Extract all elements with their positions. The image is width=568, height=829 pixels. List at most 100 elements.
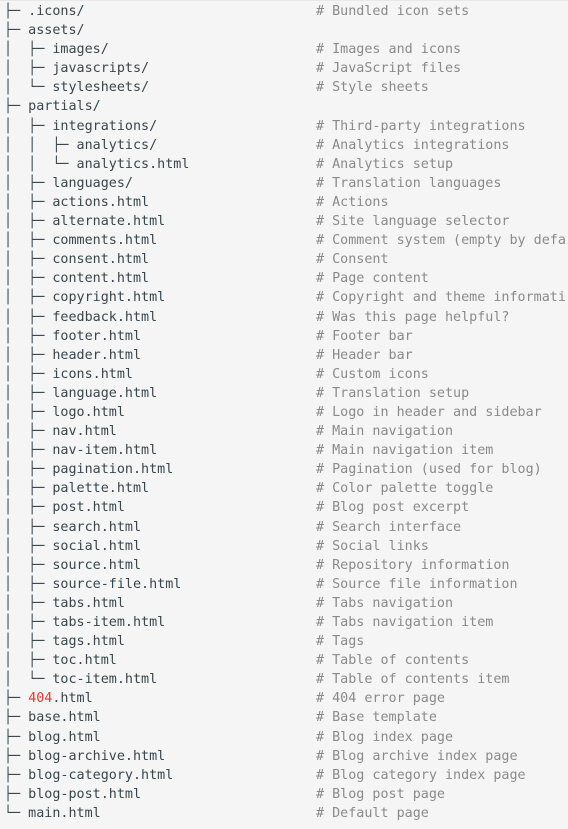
- tree-path: │ ├─ comments.html: [4, 231, 157, 250]
- tree-path: │ ├─ integrations/: [4, 117, 157, 136]
- tree-path: │ ├─ search.html: [4, 518, 141, 537]
- tree-line: │ ├─ tabs.html # Tabs navigation: [0, 594, 568, 613]
- tree-path-text: │ ├─ post.html: [4, 500, 125, 516]
- tree-comment: # Consent: [316, 252, 389, 268]
- tree-comment: # Images and icons: [316, 42, 462, 58]
- tree-comment: # Logo in header and sidebar: [316, 404, 542, 420]
- tree-comment: # Blog category index page: [316, 767, 526, 783]
- tree-line: │ ├─ images/ # Images and icons: [0, 40, 568, 59]
- tree-comment: # Tabs navigation item: [316, 615, 494, 630]
- tree-path: │ ├─ footer.html: [4, 327, 141, 346]
- tree-line: │ ├─ source-file.html # Source file infor…: [0, 575, 568, 594]
- tree-line: │ ├─ alternate.html # Site language selec…: [0, 212, 568, 231]
- tree-line: │ ├─ tags.html # Tags: [0, 632, 568, 651]
- tree-path: │ ├─ consent.html: [4, 250, 149, 269]
- tree-path-text: │ ├─ source.html: [4, 557, 142, 573]
- tree-path-text: │ └─ toc-item.html: [4, 672, 158, 688]
- tree-line: │ ├─ source.html # Repository information: [0, 556, 568, 575]
- tree-path-text: │ │ └─ analytics.html: [4, 156, 190, 172]
- tree-path-text: ├─: [4, 691, 29, 707]
- tree-path: │ ├─ palette.html: [4, 479, 149, 498]
- tree-path: ├─ blog-post.html: [4, 785, 141, 804]
- tree-comment: # Style sheets: [316, 80, 429, 96]
- tree-line: │ ├─ tabs-item.html # Tabs navigation ite…: [0, 613, 568, 632]
- tree-path-text: │ ├─ social.html: [4, 538, 142, 554]
- tree-path-text: │ ├─ logo.html: [4, 404, 125, 420]
- tree-line: │ ├─ nav.html # Main navigation: [0, 422, 568, 441]
- tree-path: │ ├─ icons.html: [4, 365, 133, 384]
- tree-line: │ ├─ feedback.html # Was this page helpfu…: [0, 308, 568, 327]
- tree-path: │ ├─ toc.html: [4, 651, 117, 670]
- tree-comment: # Blog post excerpt: [316, 500, 470, 516]
- tree-line: │ └─ toc-item.html # Table of contents it…: [0, 670, 568, 689]
- tree-path-text: │ └─ stylesheets/: [4, 80, 150, 96]
- tree-comment: # Analytics setup: [316, 156, 454, 172]
- tree-comment: # Third-party integrations: [316, 118, 526, 134]
- tree-comment: # Pagination (used for blog): [316, 462, 542, 478]
- tree-path: │ └─ toc-item.html: [4, 670, 157, 689]
- tree-comment: # Footer bar: [316, 328, 413, 344]
- tree-comment: # Analytics integrations: [316, 137, 510, 153]
- tree-path-text: ├─ assets/: [4, 23, 85, 39]
- tree-path-text: │ ├─ nav.html: [4, 424, 117, 440]
- tree-path-text: │ ├─ tabs.html: [4, 595, 125, 611]
- tree-path: │ ├─ copyright.html: [4, 288, 165, 307]
- tree-path-text: │ ├─ source-file.html: [4, 576, 182, 592]
- tree-path-text: ├─ blog-post.html: [4, 786, 142, 802]
- tree-line: │ ├─ toc.html # Table of contents: [0, 651, 568, 670]
- tree-line: │ ├─ palette.html # Color palette toggle: [0, 479, 568, 498]
- tree-line: ├─ assets/: [0, 21, 568, 40]
- tree-comment: # Translation languages: [316, 175, 502, 191]
- tree-path: │ ├─ alternate.html: [4, 212, 165, 231]
- tree-path-text: │ ├─ integrations/: [4, 118, 158, 134]
- tree-path: │ ├─ nav-item.html: [4, 441, 157, 460]
- tree-comment: # Repository information: [316, 557, 510, 573]
- tree-path: │ ├─ nav.html: [4, 422, 117, 441]
- tree-comment: # Search interface: [316, 519, 462, 535]
- tree-path: ├─ assets/: [4, 21, 85, 40]
- tree-path: ├─ base.html: [4, 708, 101, 727]
- tree-path-text: │ ├─ header.html: [4, 347, 142, 363]
- tree-comment: # Base template: [316, 710, 437, 726]
- tree-path: ├─ blog.html: [4, 728, 101, 747]
- tree-comment: # Comment system (empty by defa: [316, 233, 566, 249]
- tree-path-text: │ ├─ search.html: [4, 519, 142, 535]
- tree-path-text: ├─ blog.html: [4, 729, 101, 745]
- tree-path-text: │ ├─ javascripts/: [4, 61, 150, 77]
- tree-comment: # Main navigation: [316, 424, 454, 440]
- tree-line: │ │ └─ analytics.html # Analytics setup: [0, 155, 568, 174]
- tree-path-text: │ ├─ copyright.html: [4, 290, 166, 306]
- tree-comment: # Copyright and theme informati: [316, 290, 566, 306]
- tree-path-text: │ ├─ alternate.html: [4, 214, 166, 230]
- tree-path-text: │ ├─ actions.html: [4, 194, 150, 210]
- tree-path: │ ├─ images/: [4, 40, 109, 59]
- tree-path-text: │ ├─ pagination.html: [4, 462, 174, 478]
- tree-path-text: ├─ blog-archive.html: [4, 748, 166, 764]
- tree-comment: # Default page: [316, 805, 429, 821]
- tree-line: ├─ 404.html # 404 error page: [0, 689, 568, 708]
- tree-line: │ ├─ header.html # Header bar: [0, 346, 568, 365]
- tree-line: │ ├─ footer.html # Footer bar: [0, 327, 568, 346]
- tree-comment: # 404 error page: [316, 691, 445, 707]
- tree-path: │ ├─ tabs-item.html: [4, 613, 165, 632]
- tree-path: │ ├─ source.html: [4, 556, 141, 575]
- tree-path: │ ├─ languages/: [4, 174, 133, 193]
- tree-line: │ └─ stylesheets/ # Style sheets: [0, 78, 568, 97]
- tree-path-text: └─ main.html: [4, 805, 101, 821]
- tree-path-text: │ ├─ consent.html: [4, 252, 150, 268]
- tree-path: │ ├─ header.html: [4, 346, 141, 365]
- tree-comment: # Tabs navigation: [316, 595, 454, 611]
- tree-comment: # Blog index page: [316, 729, 454, 745]
- tree-path: │ ├─ language.html: [4, 384, 157, 403]
- tree-comment: # Tags: [316, 634, 365, 650]
- tree-line: ├─ base.html # Base template: [0, 708, 568, 727]
- tree-line: │ ├─ content.html # Page content: [0, 269, 568, 288]
- tree-comment: # Blog archive index page: [316, 748, 518, 764]
- tree-path-text: ├─ .icons/: [4, 4, 85, 19]
- tree-comment: # Bundled icon sets: [316, 4, 470, 19]
- tree-path-text: │ ├─ feedback.html: [4, 309, 158, 325]
- tree-line: │ │ ├─ analytics/ # Analytics integration…: [0, 136, 568, 155]
- tree-line: ├─ partials/: [0, 97, 568, 116]
- tree-path: ├─ blog-archive.html: [4, 747, 165, 766]
- tree-path: │ └─ stylesheets/: [4, 78, 149, 97]
